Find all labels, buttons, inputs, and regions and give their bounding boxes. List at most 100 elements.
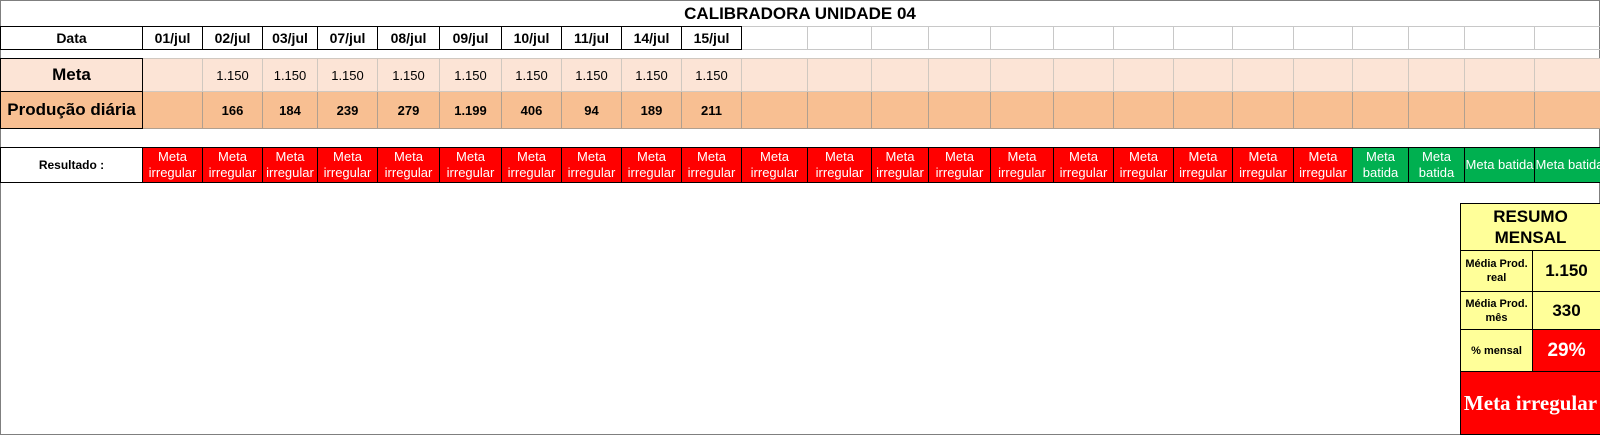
monthly-summary: RESUMO MENSAL Média Prod. real 1.150 Méd… <box>1460 203 1600 435</box>
date-row-table: Data 01/jul 02/jul 03/jul 07/jul 08/jul 09/ju… <box>0 26 1600 50</box>
producao-cell <box>990 91 1054 129</box>
summary-title: RESUMO MENSAL <box>1460 203 1600 251</box>
date-cell <box>1408 26 1465 50</box>
date-cell: 03/jul <box>262 26 318 50</box>
date-cell <box>1352 26 1409 50</box>
result-cell: Meta irregular <box>990 147 1054 183</box>
result-cell: Meta irregular <box>202 147 263 183</box>
result-cell: Meta irregular <box>262 147 318 183</box>
meta-cell <box>928 58 991 92</box>
result-cell: Meta irregular <box>317 147 378 183</box>
row-label-data: Data <box>0 26 143 50</box>
date-cell: 01/jul <box>142 26 203 50</box>
date-cell <box>1232 26 1294 50</box>
producao-cell: 94 <box>561 91 622 129</box>
date-cell <box>1534 26 1600 50</box>
date-cell <box>928 26 991 50</box>
result-cell: Meta batida <box>1408 147 1465 183</box>
producao-cell: 189 <box>621 91 682 129</box>
date-cell: 11/jul <box>561 26 622 50</box>
date-cell <box>871 26 929 50</box>
meta-cell <box>1408 58 1465 92</box>
producao-cell <box>1293 91 1353 129</box>
producao-cell <box>1408 91 1465 129</box>
producao-cell: 1.199 <box>439 91 502 129</box>
meta-cell <box>1113 58 1174 92</box>
meta-cell <box>1173 58 1233 92</box>
meta-cell <box>1352 58 1409 92</box>
row-label-resultado: Resultado : <box>0 147 143 183</box>
producao-cell <box>1464 91 1535 129</box>
meta-cell: 1.150 <box>501 58 562 92</box>
result-cell: Meta irregular <box>1232 147 1294 183</box>
producao-cell <box>741 91 808 129</box>
pct-mensal-label: % mensal <box>1460 329 1533 372</box>
meta-cell <box>142 58 203 92</box>
meta-cell <box>990 58 1054 92</box>
meta-cell: 1.150 <box>317 58 378 92</box>
date-cell: 10/jul <box>501 26 562 50</box>
media-prod-mes-value: 330 <box>1532 291 1600 330</box>
result-cell: Meta irregular <box>1293 147 1353 183</box>
meta-cell: 1.150 <box>681 58 742 92</box>
date-cell: 07/jul <box>317 26 378 50</box>
row-label-meta: Meta <box>0 58 143 92</box>
result-cell: Meta batida <box>1352 147 1409 183</box>
date-cell <box>741 26 808 50</box>
producao-cell <box>871 91 929 129</box>
meta-cell <box>1293 58 1353 92</box>
meta-cell: 1.150 <box>377 58 440 92</box>
meta-cell: 1.150 <box>439 58 502 92</box>
date-cell <box>1173 26 1233 50</box>
date-cell <box>1293 26 1353 50</box>
date-cell <box>1464 26 1535 50</box>
meta-cell <box>1534 58 1600 92</box>
date-cell: 14/jul <box>621 26 682 50</box>
row-label-producao: Produção diária <box>0 91 143 129</box>
producao-cell: 406 <box>501 91 562 129</box>
meta-cell <box>807 58 872 92</box>
result-cell: Meta irregular <box>142 147 203 183</box>
date-cell: 08/jul <box>377 26 440 50</box>
media-prod-mes-label: Média Prod. mês <box>1460 291 1533 330</box>
date-cell <box>1053 26 1114 50</box>
date-cell: 15/jul <box>681 26 742 50</box>
producao-cell <box>1232 91 1294 129</box>
producao-cell: 184 <box>262 91 318 129</box>
producao-cell <box>1534 91 1600 129</box>
meta-cell: 1.150 <box>621 58 682 92</box>
producao-cell: 279 <box>377 91 440 129</box>
result-cell: Meta irregular <box>871 147 929 183</box>
pct-mensal-value: 29% <box>1532 329 1600 372</box>
producao-cell <box>1113 91 1174 129</box>
result-cell: Meta irregular <box>741 147 808 183</box>
result-cell: Meta irregular <box>681 147 742 183</box>
result-cell: Meta irregular <box>561 147 622 183</box>
meta-cell: 1.150 <box>202 58 263 92</box>
media-prod-real-label: Média Prod. real <box>1460 250 1533 292</box>
result-table: Resultado : Meta irregular Meta irregular… <box>0 147 1600 183</box>
date-cell: 02/jul <box>202 26 263 50</box>
result-cell: Meta batida <box>1534 147 1600 183</box>
result-cell: Meta irregular <box>1053 147 1114 183</box>
result-cell: Meta irregular <box>1113 147 1174 183</box>
date-cell: 09/jul <box>439 26 502 50</box>
result-cell: Meta irregular <box>928 147 991 183</box>
meta-cell <box>871 58 929 92</box>
date-cell <box>1113 26 1174 50</box>
producao-cell <box>807 91 872 129</box>
producao-cell: 239 <box>317 91 378 129</box>
meta-cell <box>1464 58 1535 92</box>
producao-cell: 166 <box>202 91 263 129</box>
producao-cell <box>1053 91 1114 129</box>
producao-cell <box>142 91 203 129</box>
summary-status-badge: Meta irregular <box>1460 371 1600 435</box>
producao-cell: 211 <box>681 91 742 129</box>
producao-cell <box>1352 91 1409 129</box>
date-cell <box>807 26 872 50</box>
producao-cell <box>1173 91 1233 129</box>
result-cell: Meta irregular <box>621 147 682 183</box>
meta-production-table: Meta 1.150 1.150 1.150 1.150 1.150 1.150 1.150… <box>0 58 1600 129</box>
result-cell: Meta irregular <box>1173 147 1233 183</box>
media-prod-real-value: 1.150 <box>1532 250 1600 292</box>
